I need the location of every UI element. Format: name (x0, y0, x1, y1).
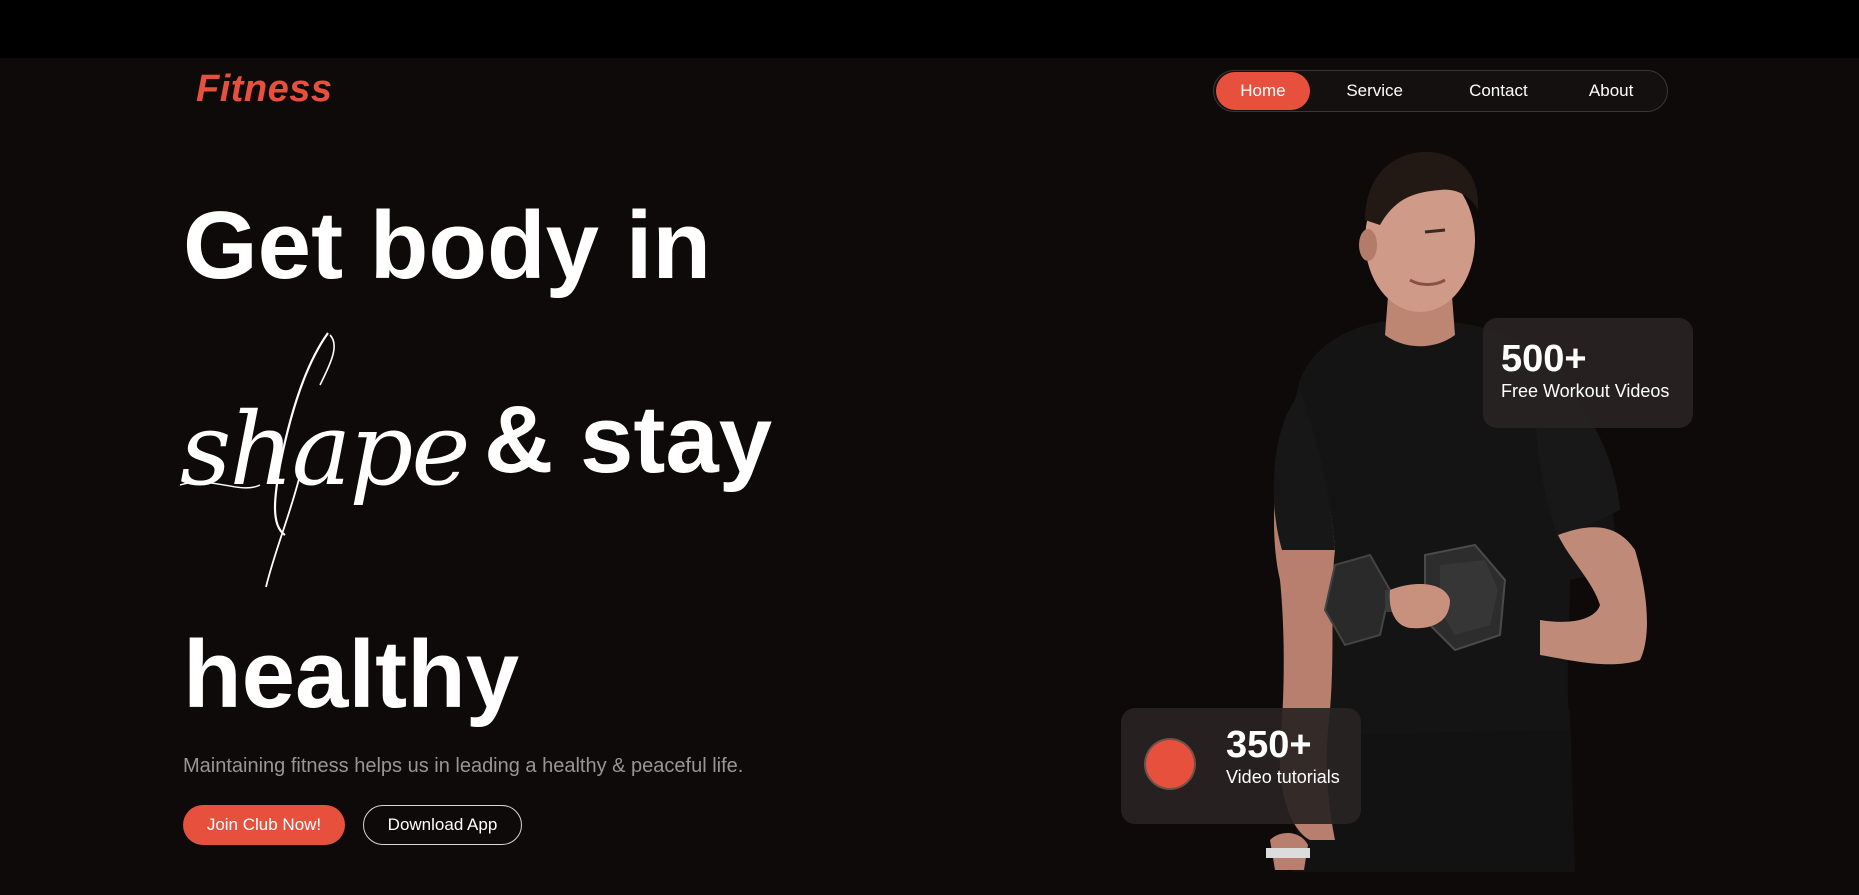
hero-headline-line3: healthy (183, 621, 520, 728)
stat-value: 350+ (1226, 724, 1312, 766)
nav-item-service[interactable]: Service (1310, 72, 1440, 110)
hero-subtitle: Maintaining fitness helps us in leading … (183, 755, 744, 777)
stat-card-workout-videos: 500+ Free Workout Videos (1483, 318, 1693, 428)
stat-label: Video tutorials (1226, 767, 1340, 787)
download-app-button[interactable]: Download App (363, 805, 522, 845)
stat-value: 500+ (1501, 338, 1587, 380)
hero-headline-line2: & stay (484, 386, 773, 493)
join-club-button[interactable]: Join Club Now! (183, 805, 345, 845)
hero-headline-line1: Get body in (183, 192, 711, 299)
stat-card-video-tutorials: 350+ Video tutorials (1121, 708, 1361, 824)
brand-logo[interactable]: Fitness (196, 68, 333, 111)
hero-script-word: shape (180, 391, 471, 508)
stat-label: Free Workout Videos (1501, 381, 1670, 401)
top-bar (0, 0, 1859, 58)
nav-item-about[interactable]: About (1557, 72, 1665, 110)
nav-item-home[interactable]: Home (1216, 72, 1310, 110)
nav-item-contact[interactable]: Contact (1440, 72, 1558, 110)
record-dot-icon (1146, 740, 1194, 788)
main-nav: Home Service Contact About (1213, 70, 1668, 112)
